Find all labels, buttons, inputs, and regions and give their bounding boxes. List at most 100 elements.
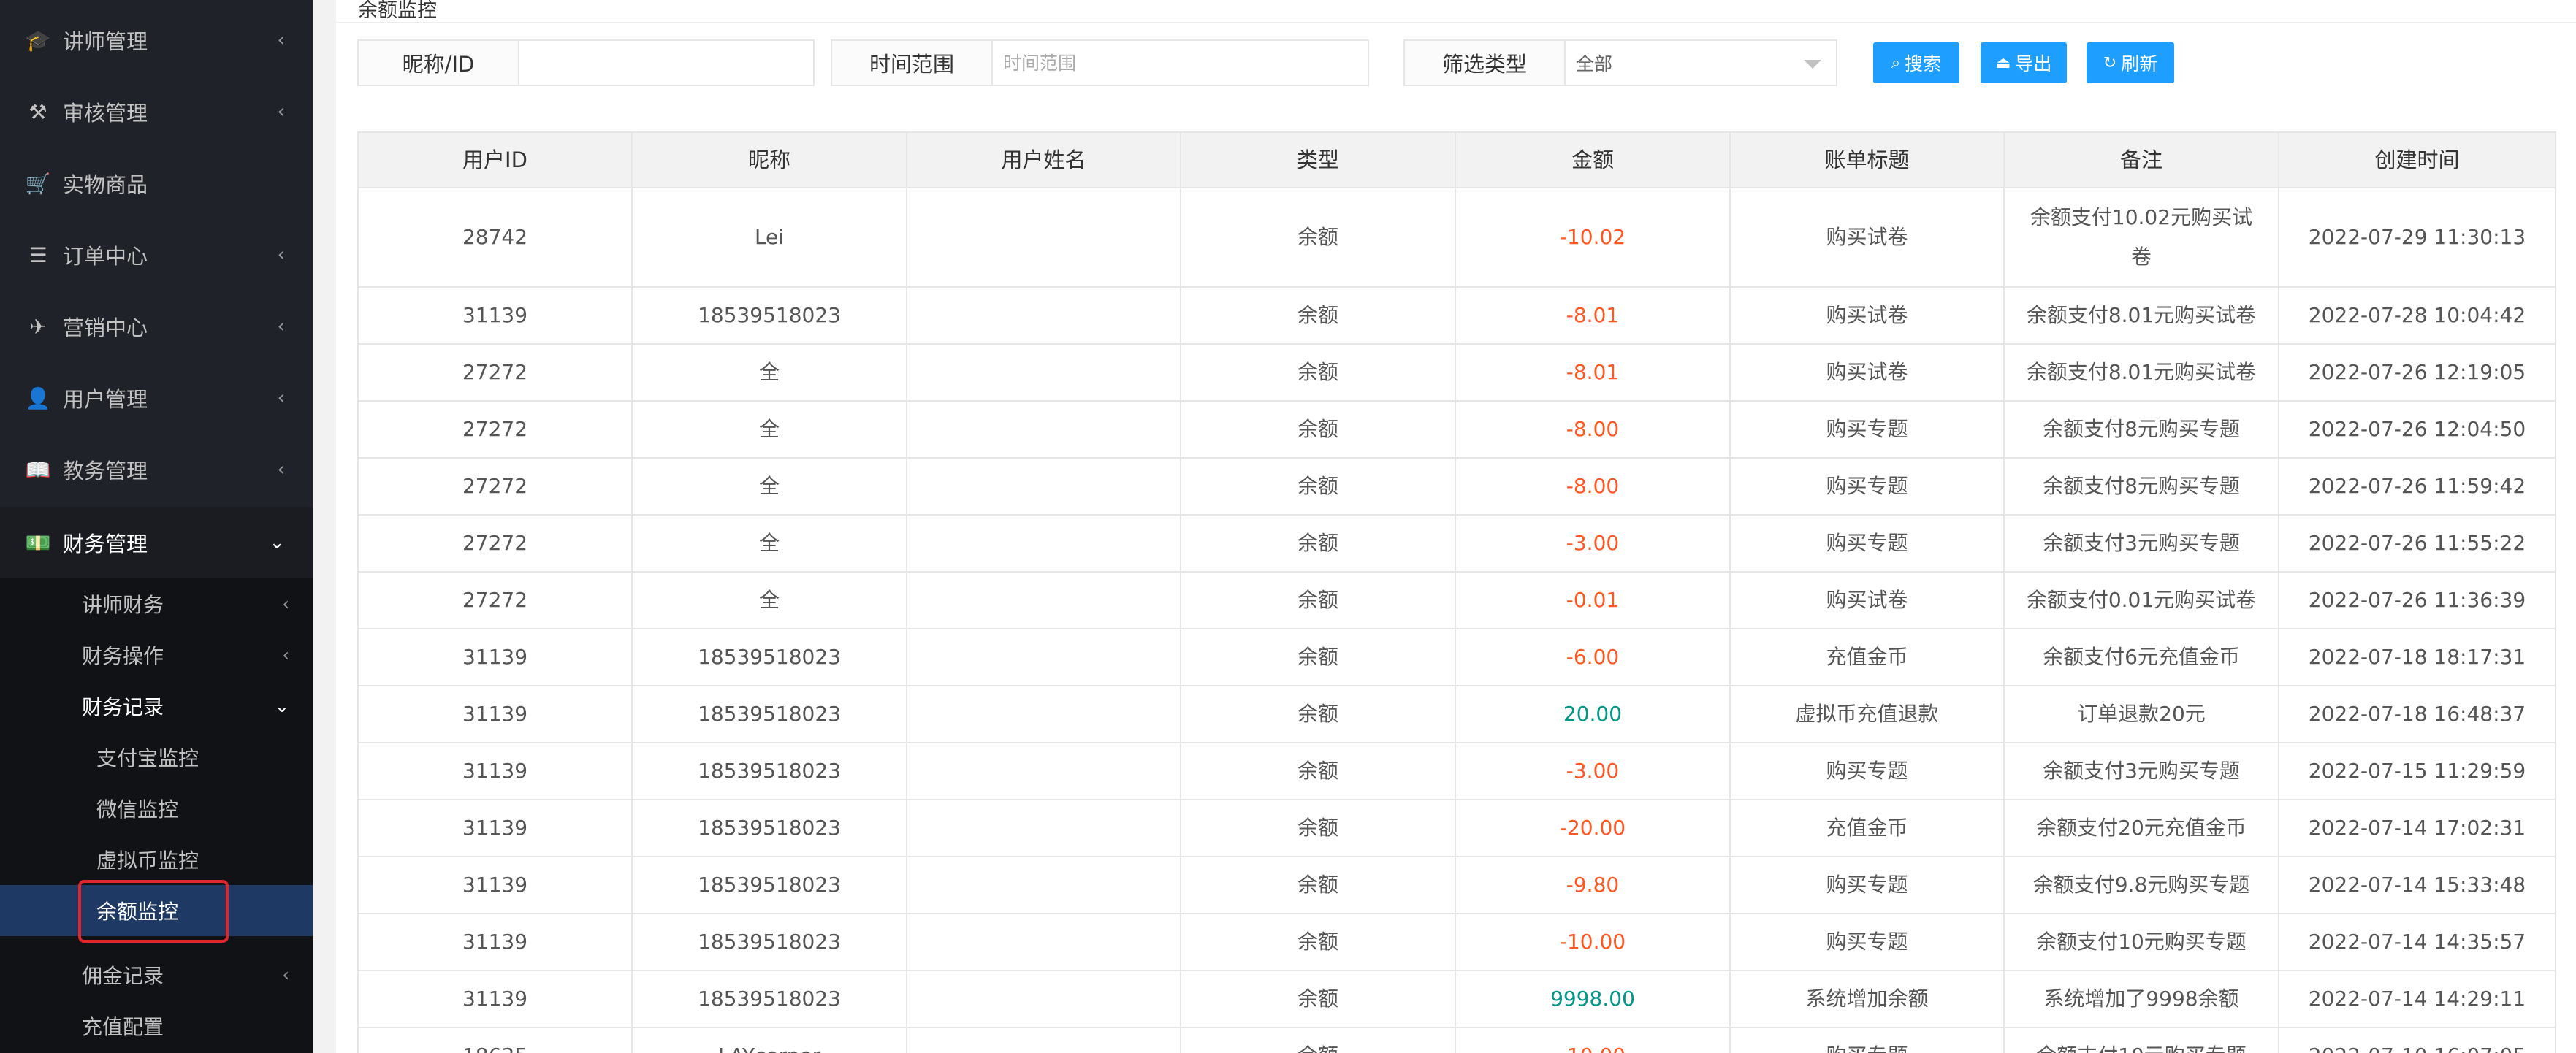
cell-user-name [907, 857, 1181, 914]
table-row: 31139 18539518023 余额 -9.80 购买专题 余额支付9.8元购买专题 2… [359, 857, 2556, 914]
cell-created-time: 2022-07-28 10:04:42 [2279, 288, 2556, 345]
cell-amount: -6.00 [1456, 629, 1731, 686]
menu-label: 审核管理 [63, 101, 148, 126]
sub-commission-records[interactable]: 佣金记录 ‹ [0, 949, 313, 1000]
cell-bill-title: 充值金币 [1731, 629, 2005, 686]
cell-created-time: 2022-07-26 11:36:39 [2279, 573, 2556, 629]
cell-amount: -3.00 [1456, 743, 1731, 800]
menu-academic-management[interactable]: 📖 教务管理 ‹ [0, 434, 313, 505]
table-row: 31139 18539518023 余额 -6.00 充值金币 余额支付6元充值金币 202… [359, 629, 2556, 686]
refresh-button[interactable]: ↻ 刷新 [2087, 42, 2174, 83]
menu-label: 实物商品 [63, 172, 148, 197]
cell-nickname: LAYcorner [633, 1028, 907, 1053]
export-button[interactable]: ⏏ 导出 [1981, 42, 2067, 83]
nickname-input[interactable] [519, 41, 813, 85]
sub-finance-ops[interactable]: 财务操作 ‹ [0, 629, 313, 681]
cell-amount: -20.00 [1456, 800, 1731, 857]
sub-wechat-monitor[interactable]: 微信监控 [0, 783, 313, 834]
table-row: 18635LAYcorner 余额-10.00购买专题余额支付10元购买专题202… [359, 1028, 2556, 1053]
cell-created-time: 2022-07-29 11:30:13 [2279, 188, 2556, 288]
cell-note: 系统增加了9998余额 [2005, 971, 2279, 1028]
cell-user-id: 27272 [359, 402, 633, 459]
cell-nickname: 18539518023 [633, 857, 907, 914]
cell-type: 余额 [1181, 188, 1456, 288]
search-button-label: 搜索 [1905, 53, 1942, 74]
time-range-label: 时间范围 [832, 41, 993, 85]
gavel-icon: ⚒ [28, 99, 47, 124]
cell-note: 余额支付3元购买专题 [2005, 743, 2279, 800]
time-range-filter: 时间范围 [831, 39, 1369, 86]
cell-note: 余额支付8元购买专题 [2005, 402, 2279, 459]
cell-note: 余额支付8元购买专题 [2005, 459, 2279, 516]
cell-created-time: 2022-07-14 15:33:48 [2279, 857, 2556, 914]
cell-nickname: 18539518023 [633, 914, 907, 971]
menu-user-management[interactable]: 👤 用户管理 ‹ [0, 362, 313, 434]
type-label: 筛选类型 [1405, 41, 1566, 85]
search-button[interactable]: ⌕ 搜索 [1873, 42, 1959, 83]
search-icon: ⌕ [1891, 53, 1901, 72]
table-row: 27272 全 余额 -8.00 购买专题 余额支付8元购买专题 2022-07-26 11… [359, 459, 2556, 516]
graduation-cap-icon: 🎓 [25, 28, 51, 53]
cell-note: 余额支付6元充值金币 [2005, 629, 2279, 686]
cell-type: 余额 [1181, 573, 1456, 629]
cell-user-id: 27272 [359, 516, 633, 573]
sub-finance-records[interactable]: 财务记录 ⌄ [0, 681, 313, 732]
cell-note: 余额支付3元购买专题 [2005, 516, 2279, 573]
menu-marketing-center[interactable]: ✈ 营销中心 ‹ [0, 291, 313, 362]
cell-bill-title: 购买试卷 [1731, 573, 2005, 629]
sub-label: 佣金记录 [82, 964, 164, 988]
menu-review-management[interactable]: ⚒ 审核管理 ‹ [0, 76, 313, 148]
cell-type: 余额 [1181, 288, 1456, 345]
cell-bill-title: 购买试卷 [1731, 345, 2005, 402]
export-button-label: 导出 [2015, 53, 2052, 74]
menu-finance-management[interactable]: 💵 财务管理 ⌄ [0, 507, 313, 578]
sub-teacher-finance[interactable]: 讲师财务 ‹ [0, 578, 313, 629]
chevron-left-icon: ‹ [282, 645, 289, 665]
cell-note: 余额支付8.01元购买试卷 [2005, 288, 2279, 345]
header-created-time: 创建时间 [2279, 133, 2556, 188]
sub-alipay-monitor[interactable]: 支付宝监控 [0, 732, 313, 783]
list-icon: ☰ [28, 242, 47, 267]
sub-label: 财务记录 [82, 695, 164, 719]
cell-user-id: 31139 [359, 914, 633, 971]
chevron-left-icon: ‹ [277, 459, 285, 480]
sub-label: 讲师财务 [82, 593, 164, 617]
cell-user-name [907, 800, 1181, 857]
sub-label: 虚拟币监控 [96, 849, 199, 873]
table-header: 用户ID 昵称 用户姓名 类型 金额 账单标题 备注 创建时间 [359, 133, 2556, 188]
sub-virtual-coin-monitor[interactable]: 虚拟币监控 [0, 834, 313, 885]
menu-label: 讲师管理 [63, 29, 148, 54]
menu-order-center[interactable]: ☰ 订单中心 ‹ [0, 219, 313, 291]
menu-teacher-management[interactable]: 🎓 讲师管理 ‹ [0, 4, 313, 76]
menu-physical-goods[interactable]: 🛒 实物商品 [0, 148, 313, 219]
menu-label: 营销中心 [63, 315, 148, 340]
breadcrumb: 余额监控 [358, 0, 437, 22]
cell-user-id: 31139 [359, 686, 633, 743]
menu-label: 用户管理 [63, 387, 148, 412]
cell-nickname: 全 [633, 516, 907, 573]
cell-user-name [907, 743, 1181, 800]
chevron-left-icon: ‹ [277, 315, 285, 337]
cell-user-id: 31139 [359, 971, 633, 1028]
cell-bill-title: 购买专题 [1731, 857, 2005, 914]
type-select-value: 全部 [1576, 53, 1613, 74]
nickname-label: 昵称/ID [359, 41, 519, 85]
cell-amount: -0.01 [1456, 573, 1731, 629]
cell-amount: 20.00 [1456, 686, 1731, 743]
time-range-input[interactable] [993, 41, 1368, 85]
cell-note: 余额支付10元购买专题 [2005, 914, 2279, 971]
menu-label: 教务管理 [63, 459, 148, 483]
cart-icon: 🛒 [25, 171, 51, 196]
table-row: 27272 全 余额 -3.00 购买专题 余额支付3元购买专题 2022-07-26 11… [359, 516, 2556, 573]
sub-recharge-config[interactable]: 充值配置 [0, 1000, 313, 1052]
cell-note: 余额支付10元购买专题 [2005, 1028, 2279, 1053]
cell-type: 余额 [1181, 686, 1456, 743]
type-select[interactable]: 全部 [1566, 41, 1836, 85]
cell-user-name [907, 629, 1181, 686]
header-amount: 金额 [1456, 133, 1731, 188]
refresh-button-label: 刷新 [2121, 53, 2158, 74]
cell-nickname: 18539518023 [633, 629, 907, 686]
cell-bill-title: 系统增加余额 [1731, 971, 2005, 1028]
cell-nickname: 18539518023 [633, 743, 907, 800]
cell-created-time: 2022-07-26 12:19:05 [2279, 345, 2556, 402]
